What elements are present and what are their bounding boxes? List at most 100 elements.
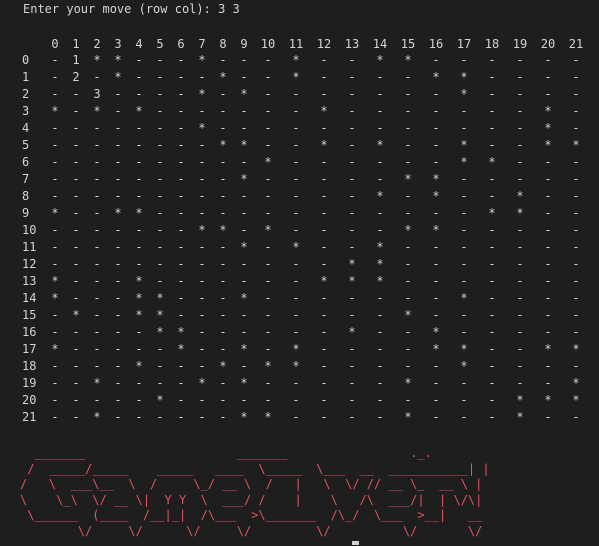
board-cell[interactable]: - bbox=[51, 87, 58, 101]
board-cell[interactable]: * bbox=[544, 121, 551, 135]
board-cell[interactable]: * bbox=[432, 70, 439, 84]
board-cell[interactable]: - bbox=[93, 223, 100, 237]
board-cell[interactable]: - bbox=[376, 70, 383, 84]
board-cell[interactable]: - bbox=[516, 274, 523, 288]
board-cell[interactable]: - bbox=[72, 325, 79, 339]
board-cell[interactable]: - bbox=[432, 87, 439, 101]
board-cell[interactable]: - bbox=[264, 53, 271, 67]
board-cell[interactable]: - bbox=[135, 240, 142, 254]
board-cell[interactable]: - bbox=[404, 257, 411, 271]
board-cell[interactable]: - bbox=[488, 393, 495, 407]
board-cell[interactable]: - bbox=[348, 359, 355, 373]
board-cell[interactable]: * bbox=[156, 325, 163, 339]
board-cell[interactable]: - bbox=[292, 376, 299, 390]
board-cell[interactable]: * bbox=[198, 376, 205, 390]
board-cell[interactable]: - bbox=[93, 172, 100, 186]
board-cell[interactable]: - bbox=[72, 172, 79, 186]
board-cell[interactable]: * bbox=[432, 223, 439, 237]
board-cell[interactable]: - bbox=[516, 240, 523, 254]
board-cell[interactable]: * bbox=[544, 342, 551, 356]
board-cell[interactable]: * bbox=[219, 70, 226, 84]
board-cell[interactable]: * bbox=[264, 359, 271, 373]
board-cell[interactable]: - bbox=[93, 359, 100, 373]
board-cell[interactable]: - bbox=[72, 257, 79, 271]
board-cell[interactable]: * bbox=[432, 342, 439, 356]
board-cell[interactable]: - bbox=[51, 138, 58, 152]
board-cell[interactable]: - bbox=[177, 121, 184, 135]
board-cell[interactable]: * bbox=[219, 359, 226, 373]
board-cell[interactable]: - bbox=[460, 274, 467, 288]
board-cell[interactable]: - bbox=[177, 172, 184, 186]
board-cell[interactable]: * bbox=[51, 291, 58, 305]
board-cell[interactable]: * bbox=[240, 342, 247, 356]
board-cell[interactable]: - bbox=[72, 376, 79, 390]
board-cell[interactable]: - bbox=[376, 342, 383, 356]
board-cell[interactable]: * bbox=[114, 206, 121, 220]
board-cell[interactable]: - bbox=[135, 189, 142, 203]
board-cell[interactable]: - bbox=[156, 87, 163, 101]
board-cell[interactable]: - bbox=[198, 308, 205, 322]
board-cell[interactable]: - bbox=[516, 172, 523, 186]
board-cell[interactable]: * bbox=[114, 53, 121, 67]
board-cell[interactable]: - bbox=[460, 121, 467, 135]
board-cell[interactable]: - bbox=[432, 138, 439, 152]
board-cell[interactable]: * bbox=[320, 274, 327, 288]
board-cell[interactable]: * bbox=[292, 342, 299, 356]
board-cell[interactable]: - bbox=[240, 189, 247, 203]
board-cell[interactable]: * bbox=[460, 291, 467, 305]
board-cell[interactable]: - bbox=[72, 359, 79, 373]
board-cell[interactable]: - bbox=[460, 308, 467, 322]
board-cell[interactable]: - bbox=[488, 274, 495, 288]
board-cell[interactable]: - bbox=[460, 189, 467, 203]
board-cell[interactable]: - bbox=[516, 121, 523, 135]
board-cell[interactable]: - bbox=[72, 206, 79, 220]
board-cell[interactable]: - bbox=[320, 325, 327, 339]
board-cell[interactable]: * bbox=[264, 410, 271, 424]
board-cell[interactable]: * bbox=[516, 189, 523, 203]
board-cell[interactable]: - bbox=[572, 257, 579, 271]
board-cell[interactable]: - bbox=[264, 104, 271, 118]
board-cell[interactable]: - bbox=[51, 325, 58, 339]
board-cell[interactable]: - bbox=[177, 189, 184, 203]
board-cell[interactable]: - bbox=[93, 189, 100, 203]
board-cell[interactable]: - bbox=[404, 393, 411, 407]
board-cell[interactable]: - bbox=[177, 70, 184, 84]
board-cell[interactable]: - bbox=[93, 274, 100, 288]
board-cell[interactable]: - bbox=[240, 121, 247, 135]
board-cell[interactable]: * bbox=[135, 291, 142, 305]
board-cell[interactable]: - bbox=[198, 274, 205, 288]
board-cell[interactable]: - bbox=[404, 291, 411, 305]
board-cell[interactable]: * bbox=[93, 410, 100, 424]
board-cell[interactable]: 2 bbox=[72, 70, 79, 84]
board-cell[interactable]: - bbox=[320, 172, 327, 186]
board-cell[interactable]: - bbox=[404, 206, 411, 220]
board-cell[interactable]: - bbox=[516, 291, 523, 305]
board-cell[interactable]: - bbox=[544, 155, 551, 169]
board-cell[interactable]: * bbox=[264, 155, 271, 169]
board-cell[interactable]: - bbox=[93, 308, 100, 322]
board-cell[interactable]: - bbox=[51, 376, 58, 390]
board-cell[interactable]: - bbox=[572, 359, 579, 373]
board-cell[interactable]: - bbox=[219, 291, 226, 305]
board-cell[interactable]: - bbox=[198, 325, 205, 339]
board-cell[interactable]: * bbox=[348, 325, 355, 339]
board-cell[interactable]: * bbox=[240, 240, 247, 254]
board-cell[interactable]: - bbox=[320, 308, 327, 322]
board-cell[interactable]: - bbox=[460, 393, 467, 407]
board-cell[interactable]: - bbox=[177, 87, 184, 101]
board-cell[interactable]: * bbox=[156, 308, 163, 322]
board-cell[interactable]: * bbox=[198, 223, 205, 237]
board-cell[interactable]: - bbox=[544, 376, 551, 390]
board-cell[interactable]: - bbox=[264, 325, 271, 339]
board-cell[interactable]: - bbox=[240, 104, 247, 118]
board-cell[interactable]: * bbox=[544, 104, 551, 118]
board-cell[interactable]: - bbox=[177, 240, 184, 254]
board-cell[interactable]: - bbox=[516, 308, 523, 322]
board-cell[interactable]: - bbox=[292, 257, 299, 271]
board-cell[interactable]: - bbox=[432, 410, 439, 424]
board-cell[interactable]: - bbox=[292, 138, 299, 152]
board-cell[interactable]: - bbox=[516, 53, 523, 67]
board-cell[interactable]: - bbox=[219, 189, 226, 203]
board-cell[interactable]: - bbox=[198, 393, 205, 407]
board-cell[interactable]: - bbox=[198, 206, 205, 220]
